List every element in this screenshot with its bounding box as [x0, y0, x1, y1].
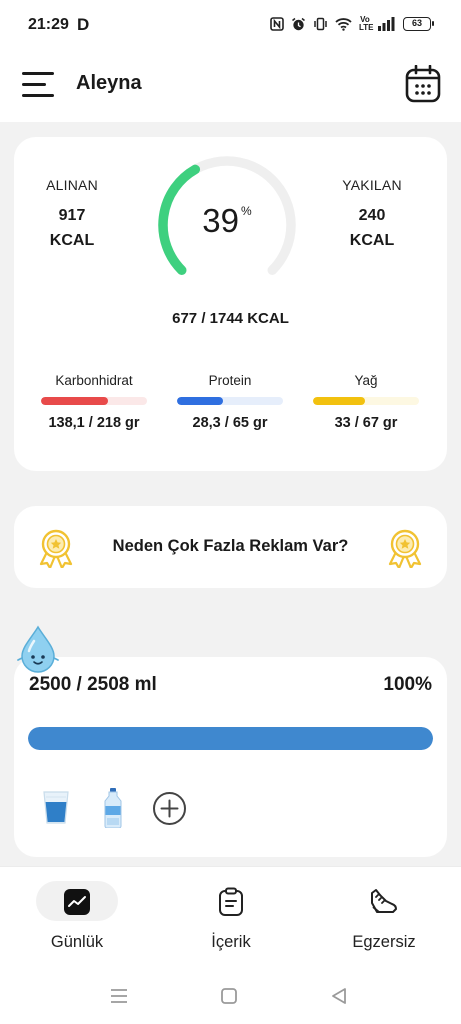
- ad-banner-text: Neden Çok Fazla Reklam Var?: [112, 537, 349, 555]
- burned-unit: KCAL: [349, 232, 395, 249]
- menu-icon-line: [22, 83, 46, 86]
- water-amount: 2500 / 2508 ml: [29, 674, 157, 695]
- glass-icon[interactable]: [42, 789, 70, 825]
- status-icons: Vo LTE 63: [270, 15, 434, 32]
- calorie-percent-value: 39: [202, 202, 240, 239]
- nav-label: Egzersiz: [352, 933, 416, 951]
- bottom-navigation: Günlük İçerik Egzersiz: [0, 866, 461, 971]
- water-percent: 100%: [383, 674, 432, 695]
- macro-protein: Protein 28,3 / 65 gr: [177, 373, 283, 431]
- volte-icon: Vo LTE: [359, 15, 374, 32]
- calendar-icon[interactable]: [405, 65, 441, 103]
- recent-apps-icon[interactable]: [110, 987, 128, 1005]
- nav-label: İçerik: [211, 933, 251, 951]
- water-progress-bar: [28, 727, 433, 750]
- consumed-label: ALINAN: [46, 177, 98, 193]
- status-time: 21:29: [28, 16, 69, 33]
- calorie-total: 677 / 1744 KCAL: [172, 310, 289, 327]
- consumed-value: 917: [58, 207, 86, 224]
- nfc-icon: [270, 17, 284, 31]
- calorie-percent-sign: %: [241, 204, 252, 218]
- medal-icon: [388, 529, 422, 568]
- consumed-unit: KCAL: [49, 232, 95, 249]
- bottle-icon[interactable]: [103, 788, 123, 828]
- burned-value: 240: [358, 207, 386, 224]
- macro-value: 33 / 67 gr: [334, 415, 398, 431]
- nav-item-exercise[interactable]: Egzersiz: [307, 867, 461, 972]
- macro-bar-fill: [177, 397, 224, 405]
- macro-carbs: Karbonhidrat 138,1 / 218 gr: [41, 373, 147, 431]
- vibrate-icon: [314, 17, 327, 31]
- macro-bar: [41, 397, 147, 405]
- back-icon[interactable]: [330, 987, 348, 1005]
- menu-icon-line: [22, 72, 54, 75]
- macro-bar-fill: [313, 397, 365, 405]
- battery-icon: 63: [403, 17, 434, 31]
- macro-label: Karbonhidrat: [55, 373, 133, 388]
- water-tracker-card: 2500 / 2508 ml 100%: [14, 657, 447, 857]
- wifi-icon: [335, 18, 352, 31]
- nav-label: Günlük: [50, 933, 104, 951]
- signal-icon: [378, 17, 395, 31]
- add-icon[interactable]: [152, 791, 187, 826]
- status-bar: 21:29 D Vo LTE 63: [0, 0, 461, 52]
- clipboard-icon: [219, 887, 243, 916]
- carrier-glyph: D: [77, 15, 90, 34]
- macro-value: 138,1 / 218 gr: [48, 415, 140, 431]
- macro-fat: Yağ 33 / 67 gr: [313, 373, 419, 431]
- calorie-percent: 39%: [154, 202, 300, 240]
- macro-label: Protein: [208, 373, 252, 388]
- nav-item-content[interactable]: İçerik: [154, 867, 308, 972]
- alarm-icon: [292, 17, 305, 30]
- menu-icon-line: [22, 94, 54, 97]
- nav-item-daily[interactable]: Günlük: [0, 867, 154, 972]
- burned-label: YAKILAN: [342, 177, 402, 193]
- burned-summary: YAKILAN 240 KCAL: [317, 177, 427, 253]
- menu-button[interactable]: [22, 72, 54, 98]
- page-title: Aleyna: [76, 72, 142, 94]
- calorie-summary-card: ALINAN 917 KCAL 39% YAKILAN 240 KCAL 677…: [14, 137, 447, 471]
- ad-info-banner[interactable]: Neden Çok Fazla Reklam Var?: [14, 506, 447, 588]
- app-header: Aleyna: [0, 52, 461, 122]
- home-icon[interactable]: [220, 987, 238, 1005]
- water-drop-icon: [17, 625, 59, 673]
- macro-bar: [313, 397, 419, 405]
- macro-value: 28,3 / 65 gr: [192, 415, 268, 431]
- system-navigation-bar: [0, 971, 461, 1024]
- sneaker-icon: [371, 889, 397, 913]
- macro-bar: [177, 397, 283, 405]
- consumed-summary: ALINAN 917 KCAL: [17, 177, 127, 253]
- water-progress-fill: [28, 727, 433, 750]
- calorie-progress-ring: 39%: [154, 152, 300, 298]
- chart-icon: [64, 889, 90, 915]
- macro-label: Yağ: [354, 373, 378, 388]
- macro-bar-fill: [41, 397, 108, 405]
